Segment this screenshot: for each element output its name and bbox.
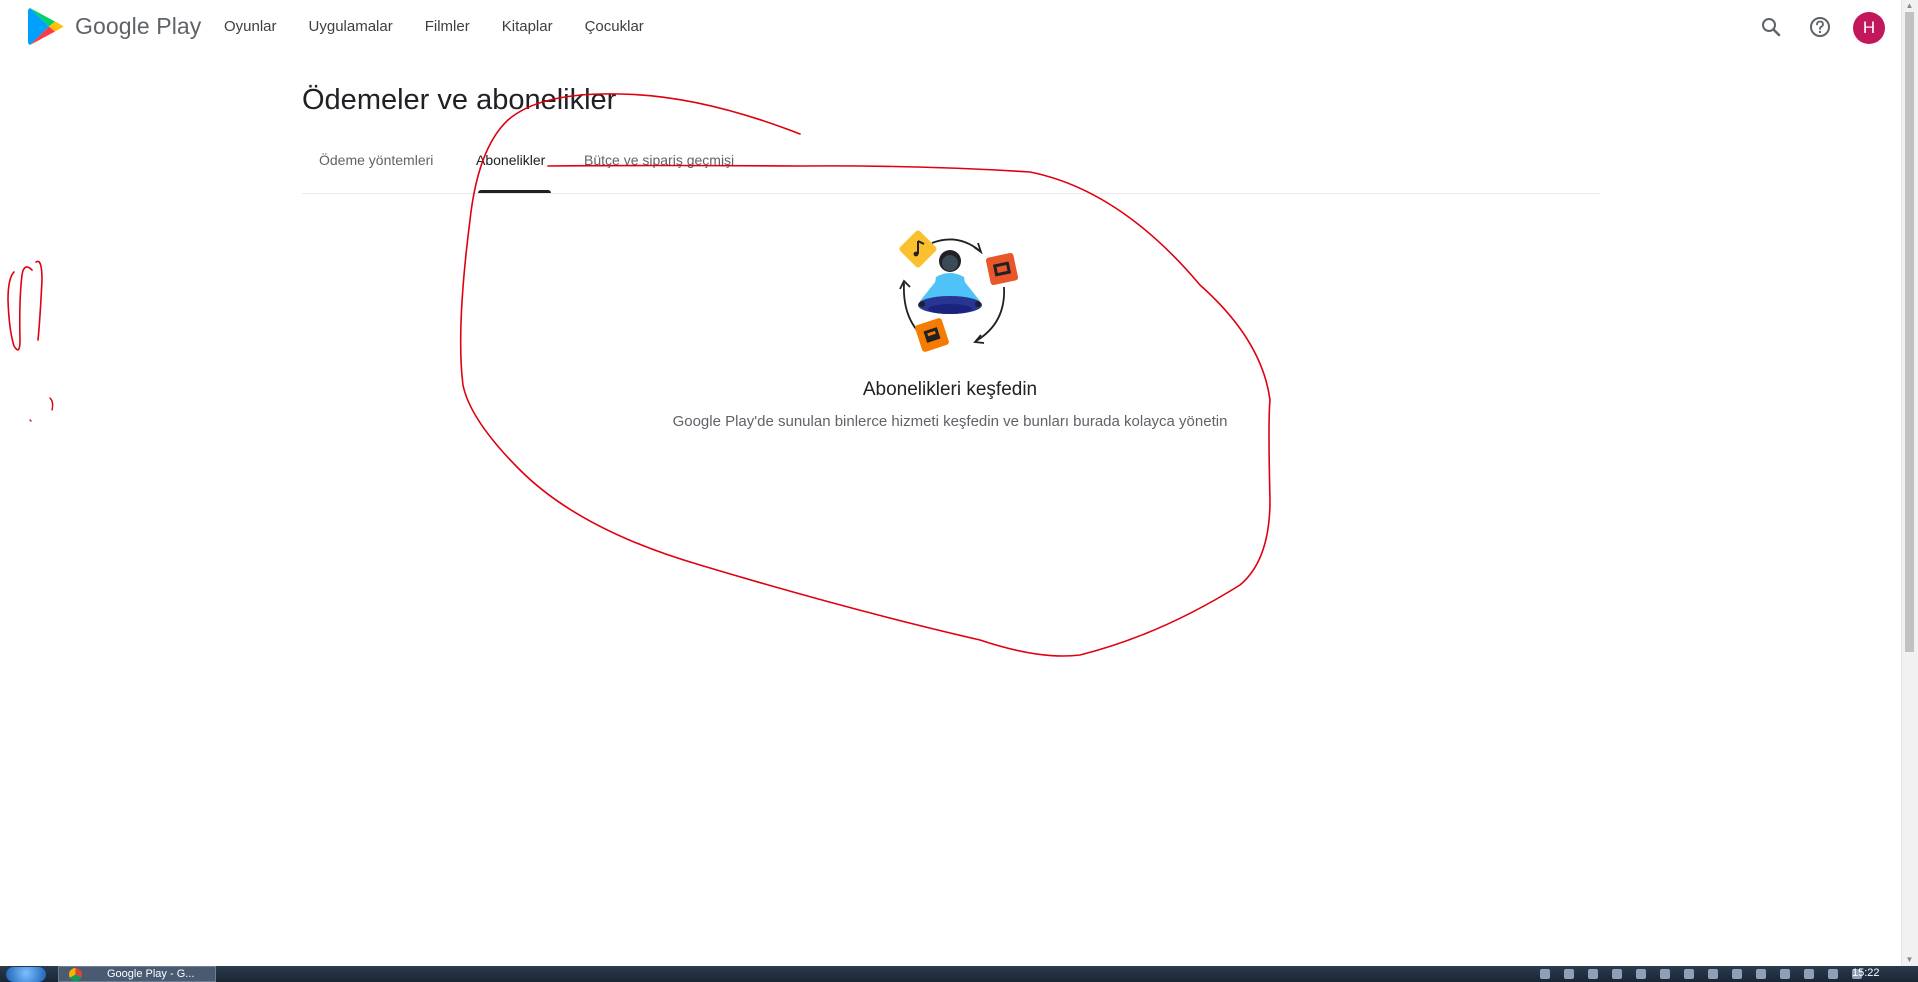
annotation-scribble-left — [7, 260, 43, 351]
search-button[interactable] — [1756, 12, 1786, 42]
scroll-up-arrow-icon[interactable]: ▲ — [1905, 1, 1914, 11]
scroll-down-arrow-icon[interactable]: ▼ — [1905, 955, 1914, 965]
windows-taskbar: Google Play - G... 15:22 — [0, 966, 1918, 982]
tray-icon[interactable] — [1804, 969, 1814, 979]
tray-icon[interactable] — [1708, 969, 1718, 979]
help-icon — [1810, 17, 1830, 37]
logo-text: Google Play — [75, 13, 202, 39]
search-icon — [1762, 18, 1781, 37]
avatar[interactable]: H — [1853, 12, 1885, 44]
tab-budget-history[interactable]: Bütçe ve sipariş geçmişi — [584, 152, 734, 168]
help-button[interactable] — [1805, 12, 1835, 42]
google-play-logo[interactable]: Google Play — [28, 6, 201, 47]
tray-icon[interactable] — [1732, 969, 1742, 979]
subscriptions-illustration — [899, 230, 1019, 352]
tray-icon[interactable] — [1756, 969, 1766, 979]
annotation-mark-small — [29, 397, 54, 422]
taskbar-clock[interactable]: 15:22 — [1852, 966, 1880, 980]
nav-games[interactable]: Oyunlar — [224, 18, 277, 36]
taskbar-chrome-window[interactable]: Google Play - G... — [58, 966, 216, 982]
tab-subscriptions[interactable]: Abonelikler — [476, 152, 545, 168]
tray-icon[interactable] — [1540, 969, 1550, 979]
tab-payment-methods[interactable]: Ödeme yöntemleri — [319, 152, 433, 168]
main-nav: Oyunlar Uygulamalar Filmler Kitaplar Çoc… — [224, 18, 676, 36]
nav-books[interactable]: Kitaplar — [502, 18, 553, 36]
tray-icon[interactable] — [1660, 969, 1670, 979]
empty-state-title: Abonelikleri keşfedin — [862, 379, 1038, 400]
start-button-icon[interactable] — [6, 967, 46, 982]
nav-apps[interactable]: Uygulamalar — [309, 18, 393, 36]
page-title: Ödemeler ve abonelikler — [302, 84, 617, 116]
system-tray — [1540, 969, 1876, 979]
tray-icon[interactable] — [1612, 969, 1622, 979]
scroll-thumb[interactable] — [1905, 12, 1914, 652]
chrome-icon — [69, 968, 82, 981]
tray-icon[interactable] — [1780, 969, 1790, 979]
play-logo-icon — [28, 8, 64, 45]
active-tab-indicator — [478, 190, 551, 193]
tray-icon[interactable] — [1684, 969, 1694, 979]
top-app-bar: Google Play Oyunlar Uygulamalar Filmler … — [0, 0, 1900, 54]
tab-bar: Ödeme yöntemleri Abonelikler Bütçe ve si… — [302, 148, 1600, 194]
tray-icon[interactable] — [1636, 969, 1646, 979]
tray-icon[interactable] — [1588, 969, 1598, 979]
page-scrollbar[interactable]: ▲ ▼ — [1901, 0, 1918, 966]
nav-kids[interactable]: Çocuklar — [585, 18, 644, 36]
empty-state-description: Google Play'de sunulan binlerce hizmeti … — [672, 413, 1228, 430]
empty-state: Abonelikleri keşfedin Google Play'de sun… — [560, 225, 1340, 430]
tray-icon[interactable] — [1828, 969, 1838, 979]
nav-movies[interactable]: Filmler — [425, 18, 470, 36]
tray-icon[interactable] — [1564, 969, 1574, 979]
taskbar-window-label: Google Play - G... — [107, 968, 195, 980]
